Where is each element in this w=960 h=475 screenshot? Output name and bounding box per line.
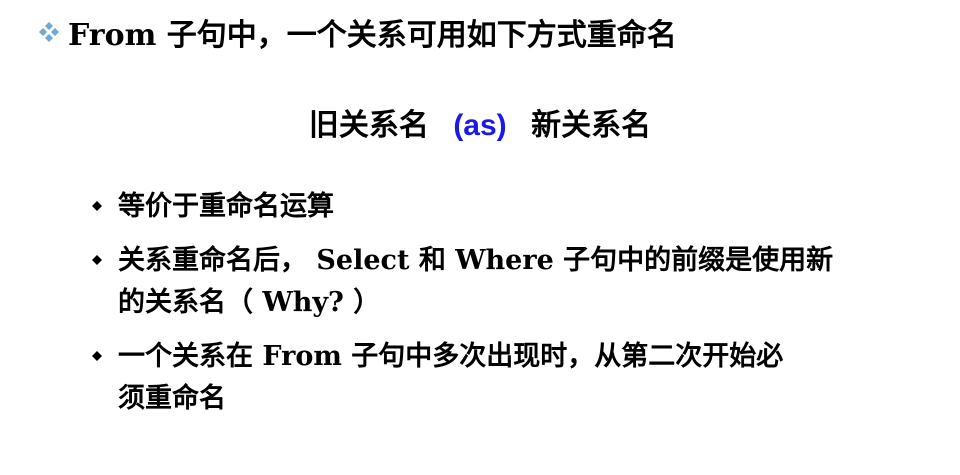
list-item: 一个关系在 From 子句中多次出现时，从第二次开始必 须重命名	[92, 336, 922, 420]
bullet-list: 等价于重命名运算 关系重命名后， Select 和 Where 子句中的前缀是使…	[92, 186, 922, 432]
diamond-bullet-icon	[92, 255, 102, 265]
diamond-bullet-icon	[92, 201, 102, 211]
slide-heading: From 子句中，一个关系可用如下方式重命名	[38, 14, 677, 58]
diamond-bullet-icon	[92, 351, 102, 361]
list-item: 等价于重命名运算	[92, 186, 922, 228]
list-item-line: 关系重命名后， Select 和 Where 子句中的前缀是使用新	[118, 245, 834, 276]
four-diamond-bullet-icon	[39, 22, 59, 42]
list-item-line: 一个关系在 From 子句中多次出现时，从第二次开始必	[118, 341, 784, 372]
list-item-line: 等价于重命名运算	[118, 191, 334, 222]
heading-text: From 子句中，一个关系可用如下方式重命名	[68, 18, 677, 53]
old-relation-name: 旧关系名	[308, 108, 429, 143]
list-item-line: 须重命名	[118, 383, 226, 414]
as-keyword: (as)	[453, 109, 507, 142]
new-relation-name: 新关系名	[531, 108, 652, 143]
list-item-line: 的关系名（ Why? ）	[118, 287, 381, 318]
list-item: 关系重命名后， Select 和 Where 子句中的前缀是使用新 的关系名（ …	[92, 240, 922, 324]
rename-syntax: 旧关系名 (as) 新关系名	[0, 104, 960, 148]
